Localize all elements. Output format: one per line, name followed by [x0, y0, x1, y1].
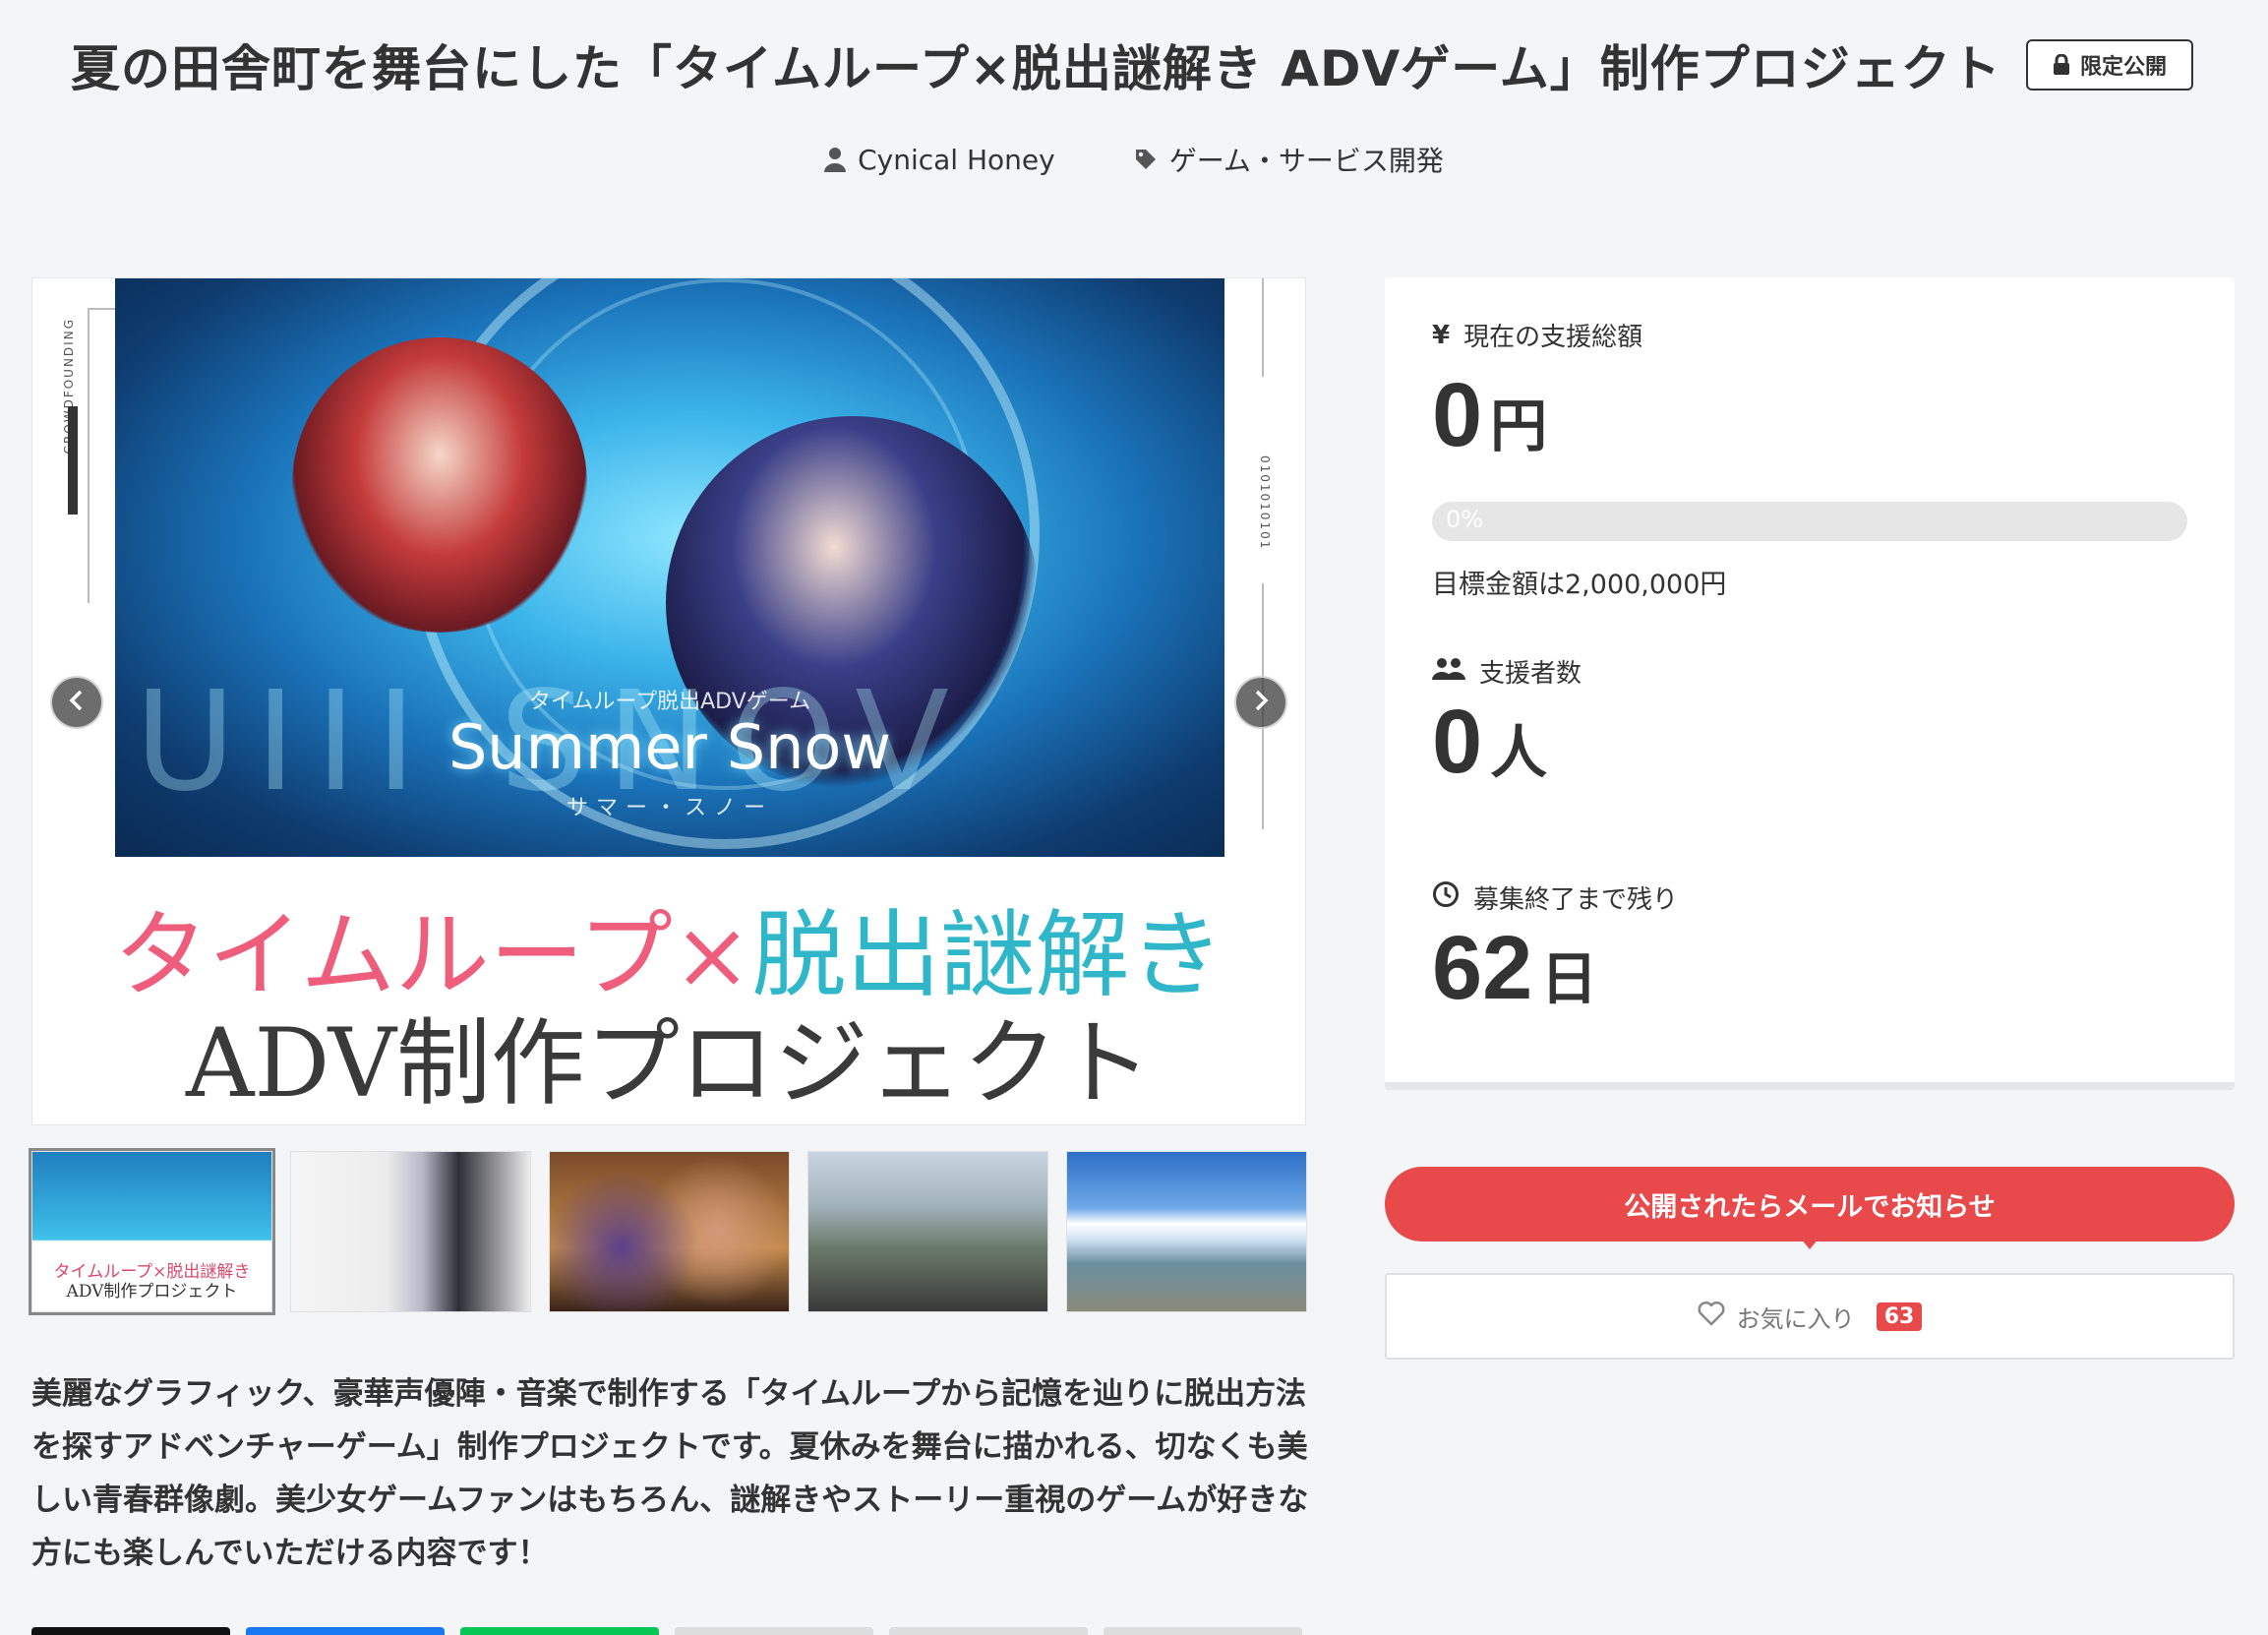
- catchphrase-line2: ADV制作プロジェクト: [186, 1008, 1152, 1119]
- clock-icon: [1432, 880, 1460, 915]
- key-visual-art: UIII SNOV タイムループ脱出ADVゲーム Summer Snow サマー…: [115, 278, 1224, 857]
- user-icon: [824, 147, 847, 172]
- backers-value: 0: [1432, 692, 1483, 792]
- favorite-button[interactable]: お気に入り 63: [1385, 1273, 2235, 1360]
- limited-badge-label: 限定公開: [2079, 55, 2167, 80]
- page-title: 夏の田舎町を舞台にした「タイムループ×脱出謎解き ADVゲーム」制作プロジェクト: [71, 40, 2001, 97]
- character-illustration: [292, 337, 587, 633]
- side-label: 0101010101: [1258, 455, 1272, 551]
- tag-icon: [1134, 148, 1158, 171]
- thumbnail-caption: タイムループ×脱出謎解き ADV制作プロジェクト: [32, 1262, 271, 1302]
- thumbnail-5[interactable]: [1066, 1151, 1307, 1312]
- remaining-label: 募集終了まで残り: [1432, 879, 1678, 916]
- total-amount-label-text: 現在の支援総額: [1463, 323, 1643, 352]
- share-buttons: [31, 1627, 1302, 1635]
- remaining-days: 62 日: [1432, 917, 1597, 1020]
- notify-button-pointer: [1800, 1238, 1820, 1249]
- art-kana: サマー・スノー: [566, 796, 773, 820]
- total-amount-value: 0: [1432, 365, 1483, 465]
- goal-amount: 目標金額は2,000,000円: [1432, 570, 1727, 600]
- remaining-unit: 日: [1540, 945, 1598, 1012]
- limited-publication-badge: 限定公開: [2026, 39, 2193, 91]
- yen-icon: ¥: [1432, 320, 1451, 350]
- share-facebook-button[interactable]: [246, 1627, 445, 1635]
- art-title: Summer Snow: [448, 711, 892, 783]
- frame-bar: [68, 406, 78, 515]
- share-x-button[interactable]: [31, 1627, 230, 1635]
- total-amount-unit: 円: [1490, 393, 1548, 459]
- funding-stats-card: ¥ 現在の支援総額 0 円 0% 目標金額は2,000,000円 支援者数 0 …: [1385, 277, 2235, 1090]
- total-amount: 0 円: [1432, 364, 1547, 467]
- share-line-button[interactable]: [460, 1627, 659, 1635]
- main-visual: CROWDFOUNDING UIII SNOV タイムループ脱出ADVゲーム S…: [31, 277, 1306, 1125]
- users-icon: [1432, 656, 1465, 687]
- owner-link[interactable]: Cynical Honey: [824, 140, 1055, 179]
- category-link[interactable]: ゲーム・サービス開発: [1134, 140, 1444, 179]
- lock-icon: [2053, 54, 2070, 76]
- share-button[interactable]: [889, 1627, 1088, 1635]
- frame-line: [88, 308, 90, 603]
- backers-unit: 人: [1490, 719, 1548, 786]
- project-description: 美麗なグラフィック、豪華声優陣・音楽で制作する「タイムループから記憶を辿りに脱出…: [31, 1376, 1309, 1571]
- favorite-label: お気に入り: [1736, 1304, 1855, 1333]
- backers-label-text: 支援者数: [1479, 659, 1582, 689]
- favorite-count-badge: 63: [1876, 1302, 1923, 1331]
- heart-icon: [1698, 1301, 1725, 1332]
- owner-name: Cynical Honey: [858, 143, 1055, 176]
- category-name: ゲーム・サービス開発: [1168, 145, 1444, 177]
- progress-percent: 0%: [1446, 506, 1484, 533]
- thumbnail-3[interactable]: [549, 1151, 790, 1312]
- project-meta: Cynical Honey ゲーム・サービス開発: [0, 140, 2268, 179]
- frame-line: [1262, 278, 1264, 377]
- backers-label: 支援者数: [1432, 653, 1582, 690]
- thumbnail-caption-line: ADV制作プロジェクト: [66, 1282, 238, 1302]
- share-button[interactable]: [675, 1627, 873, 1635]
- thumbnail-1[interactable]: タイムループ×脱出謎解き ADV制作プロジェクト: [29, 1148, 275, 1315]
- carousel-prev-button[interactable]: [50, 676, 103, 729]
- total-amount-label: ¥ 現在の支援総額: [1432, 317, 1642, 353]
- chevron-right-icon: [1251, 689, 1271, 716]
- funding-progress-bar: 0%: [1432, 502, 2187, 541]
- share-button[interactable]: [1104, 1627, 1302, 1635]
- thumbnail-2[interactable]: [290, 1151, 531, 1312]
- remaining-value: 62: [1432, 918, 1533, 1018]
- thumbnail-caption-line: タイムループ×脱出謎解き: [53, 1262, 251, 1282]
- remaining-label-text: 募集終了まで残り: [1473, 885, 1679, 915]
- notify-by-email-button[interactable]: 公開されたらメールでお知らせ: [1385, 1167, 2235, 1241]
- backers-count: 0 人: [1432, 691, 1547, 794]
- thumbnail-4[interactable]: [807, 1151, 1048, 1312]
- carousel-next-button[interactable]: [1234, 676, 1287, 729]
- chevron-left-icon: [67, 689, 87, 716]
- thumbnail-strip: タイムループ×脱出謎解き ADV制作プロジェクト: [29, 1148, 1307, 1315]
